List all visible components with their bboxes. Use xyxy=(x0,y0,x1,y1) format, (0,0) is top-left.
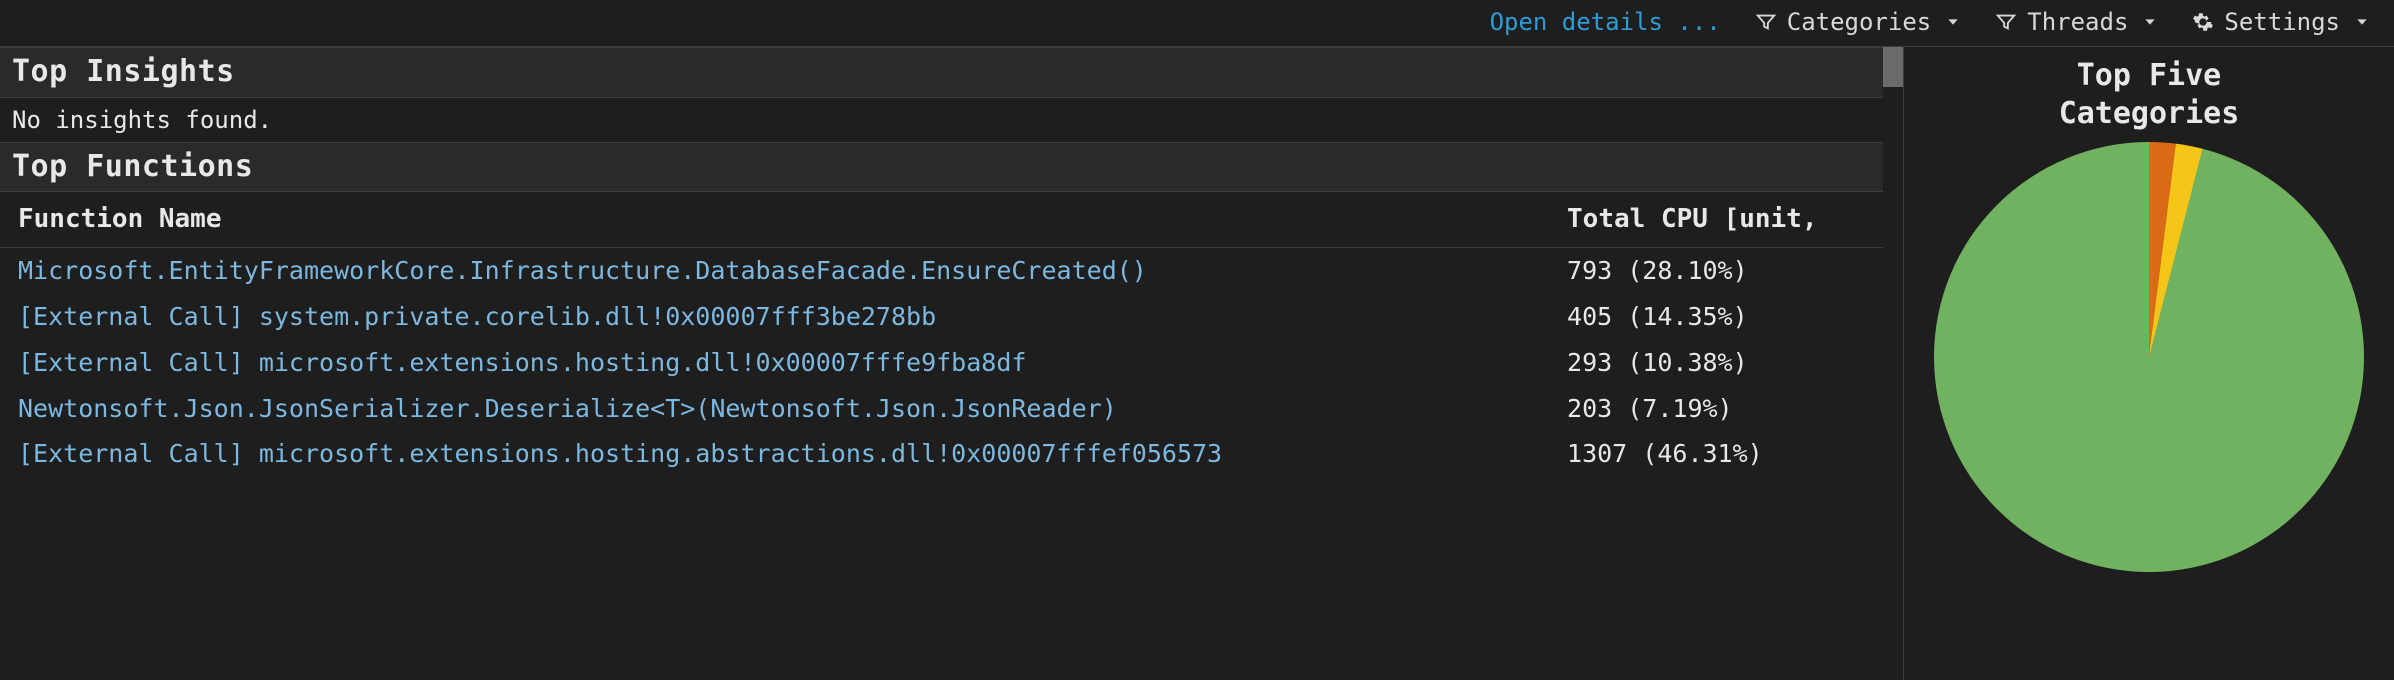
chevron-down-icon xyxy=(2354,14,2370,30)
col-function-name[interactable]: Function Name xyxy=(0,192,1549,248)
filter-icon xyxy=(1755,11,1777,33)
pie-chart xyxy=(1934,142,2364,572)
function-name-cell[interactable]: Newtonsoft.Json.JsonSerializer.Deseriali… xyxy=(0,386,1549,432)
table-header-row: Function Name Total CPU [unit, xyxy=(0,192,1903,248)
main-panel: Top Insights No insights found. Top Func… xyxy=(0,47,1904,680)
table-row[interactable]: Newtonsoft.Json.JsonSerializer.Deseriali… xyxy=(0,386,1903,432)
categories-label: Categories xyxy=(1787,6,1932,38)
open-details-link[interactable]: Open details ... xyxy=(1490,6,1721,38)
total-cpu-cell: 405 (14.35%) xyxy=(1549,294,1903,340)
functions-header: Top Functions xyxy=(0,142,1903,193)
pie-graphic xyxy=(1934,142,2364,572)
function-name-cell[interactable]: [External Call] microsoft.extensions.hos… xyxy=(0,431,1549,477)
threads-label: Threads xyxy=(2027,6,2128,38)
insights-empty-text: No insights found. xyxy=(0,98,1903,142)
categories-panel: Top Five Categories xyxy=(1904,47,2394,680)
toolbar: Open details ... Categories Threads S xyxy=(0,0,2394,46)
gear-icon xyxy=(2192,11,2214,33)
functions-table: Function Name Total CPU [unit, Microsoft… xyxy=(0,192,1903,477)
function-name-cell[interactable]: [External Call] microsoft.extensions.hos… xyxy=(0,340,1549,386)
open-details-label: Open details ... xyxy=(1490,6,1721,38)
total-cpu-cell: 793 (28.10%) xyxy=(1549,248,1903,294)
chevron-down-icon xyxy=(1945,14,1961,30)
table-row[interactable]: [External Call] microsoft.extensions.hos… xyxy=(0,431,1903,477)
categories-filter[interactable]: Categories xyxy=(1755,6,1962,38)
total-cpu-cell: 293 (10.38%) xyxy=(1549,340,1903,386)
function-name-cell[interactable]: [External Call] system.private.corelib.d… xyxy=(0,294,1549,340)
vertical-scrollbar[interactable] xyxy=(1883,47,1903,680)
settings-label: Settings xyxy=(2224,6,2340,38)
scroll-thumb[interactable] xyxy=(1883,47,1903,87)
threads-filter[interactable]: Threads xyxy=(1995,6,2158,38)
insights-header: Top Insights xyxy=(0,47,1903,98)
total-cpu-cell: 1307 (46.31%) xyxy=(1549,431,1903,477)
table-row[interactable]: Microsoft.EntityFrameworkCore.Infrastruc… xyxy=(0,248,1903,294)
table-row[interactable]: [External Call] system.private.corelib.d… xyxy=(0,294,1903,340)
chevron-down-icon xyxy=(2142,14,2158,30)
function-name-cell[interactable]: Microsoft.EntityFrameworkCore.Infrastruc… xyxy=(0,248,1549,294)
settings-menu[interactable]: Settings xyxy=(2192,6,2370,38)
pie-title: Top Five Categories xyxy=(2059,57,2240,132)
filter-icon xyxy=(1995,11,2017,33)
total-cpu-cell: 203 (7.19%) xyxy=(1549,386,1903,432)
col-total-cpu[interactable]: Total CPU [unit, xyxy=(1549,192,1903,248)
table-row[interactable]: [External Call] microsoft.extensions.hos… xyxy=(0,340,1903,386)
